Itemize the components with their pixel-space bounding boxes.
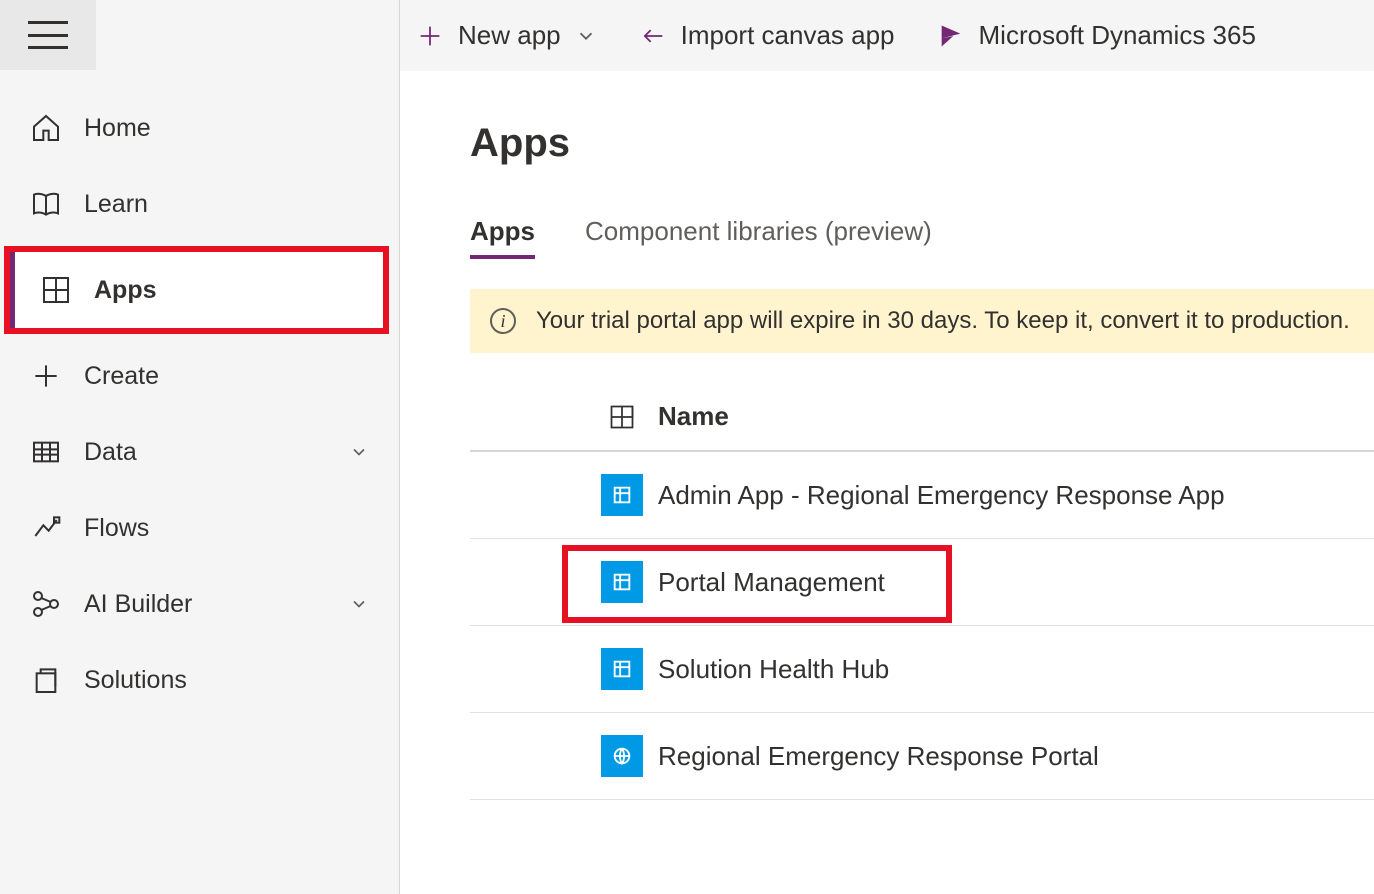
import-icon	[639, 22, 667, 50]
app-type-icon	[601, 648, 643, 690]
dynamics-icon	[937, 22, 965, 50]
app-name: Solution Health Hub	[658, 654, 1374, 685]
toolbar-label: New app	[458, 20, 561, 51]
main-content: New app Import canvas app Microsoft Dyna…	[400, 0, 1374, 894]
sidebar-item-apps[interactable]: Apps	[10, 252, 383, 328]
nav-list: Home Learn Apps	[0, 70, 399, 718]
table-row[interactable]: Portal Management	[470, 539, 1374, 626]
import-canvas-app-button[interactable]: Import canvas app	[633, 16, 901, 55]
page-title: Apps	[470, 121, 1374, 166]
plus-icon	[416, 22, 444, 50]
tab-apps[interactable]: Apps	[470, 216, 535, 259]
solutions-icon	[30, 664, 62, 696]
nav-label: AI Builder	[84, 590, 192, 619]
sidebar-item-solutions[interactable]: Solutions	[0, 642, 399, 718]
apps-table: Name Admin App - Regional Emergency Resp…	[470, 383, 1374, 800]
app-type-icon	[601, 735, 643, 777]
ai-icon	[30, 588, 62, 620]
sidebar-item-data[interactable]: Data	[0, 414, 399, 490]
home-icon	[30, 112, 62, 144]
sidebar-item-home[interactable]: Home	[0, 90, 399, 166]
nav-label: Home	[84, 114, 151, 143]
column-name-header[interactable]: Name	[658, 401, 1374, 432]
nav-label: Data	[84, 438, 137, 467]
flows-icon	[30, 512, 62, 544]
tabs: Apps Component libraries (preview)	[470, 216, 1374, 259]
sidebar-item-create[interactable]: Create	[0, 338, 399, 414]
nav-label: Create	[84, 362, 159, 391]
chevron-down-icon	[349, 594, 369, 614]
apps-icon	[40, 274, 72, 306]
table-icon	[30, 436, 62, 468]
table-row[interactable]: Admin App - Regional Emergency Response …	[470, 452, 1374, 539]
chevron-down-icon	[349, 442, 369, 462]
table-row[interactable]: Solution Health Hub	[470, 626, 1374, 713]
toolbar: New app Import canvas app Microsoft Dyna…	[400, 0, 1374, 71]
hamburger-button[interactable]	[0, 0, 96, 70]
app-name: Portal Management	[658, 567, 1374, 598]
dynamics-365-button[interactable]: Microsoft Dynamics 365	[931, 16, 1262, 55]
chevron-down-icon	[575, 25, 597, 47]
nav-label: Solutions	[84, 666, 187, 695]
app-name: Admin App - Regional Emergency Response …	[658, 480, 1374, 511]
tab-component-libraries[interactable]: Component libraries (preview)	[585, 216, 932, 259]
table-header: Name	[470, 383, 1374, 452]
nav-label: Learn	[84, 190, 148, 219]
table-row[interactable]: Regional Emergency Response Portal	[470, 713, 1374, 800]
hamburger-icon	[28, 21, 68, 49]
sidebar-item-ai-builder[interactable]: AI Builder	[0, 566, 399, 642]
app-type-icon	[601, 474, 643, 516]
trial-alert: i Your trial portal app will expire in 3…	[470, 289, 1374, 353]
new-app-button[interactable]: New app	[410, 16, 603, 55]
toolbar-label: Import canvas app	[681, 20, 895, 51]
app-type-icon	[601, 561, 643, 603]
book-icon	[30, 188, 62, 220]
sidebar-item-learn[interactable]: Learn	[0, 166, 399, 242]
sidebar-item-flows[interactable]: Flows	[0, 490, 399, 566]
column-icon-header[interactable]	[586, 403, 658, 431]
plus-icon	[30, 360, 62, 392]
toolbar-label: Microsoft Dynamics 365	[979, 20, 1256, 51]
nav-label: Flows	[84, 514, 149, 543]
alert-text: Your trial portal app will expire in 30 …	[536, 307, 1350, 335]
info-icon: i	[490, 308, 516, 334]
nav-label: Apps	[94, 276, 157, 305]
apps-icon	[608, 403, 636, 431]
app-name: Regional Emergency Response Portal	[658, 741, 1374, 772]
sidebar: Home Learn Apps	[0, 0, 400, 894]
